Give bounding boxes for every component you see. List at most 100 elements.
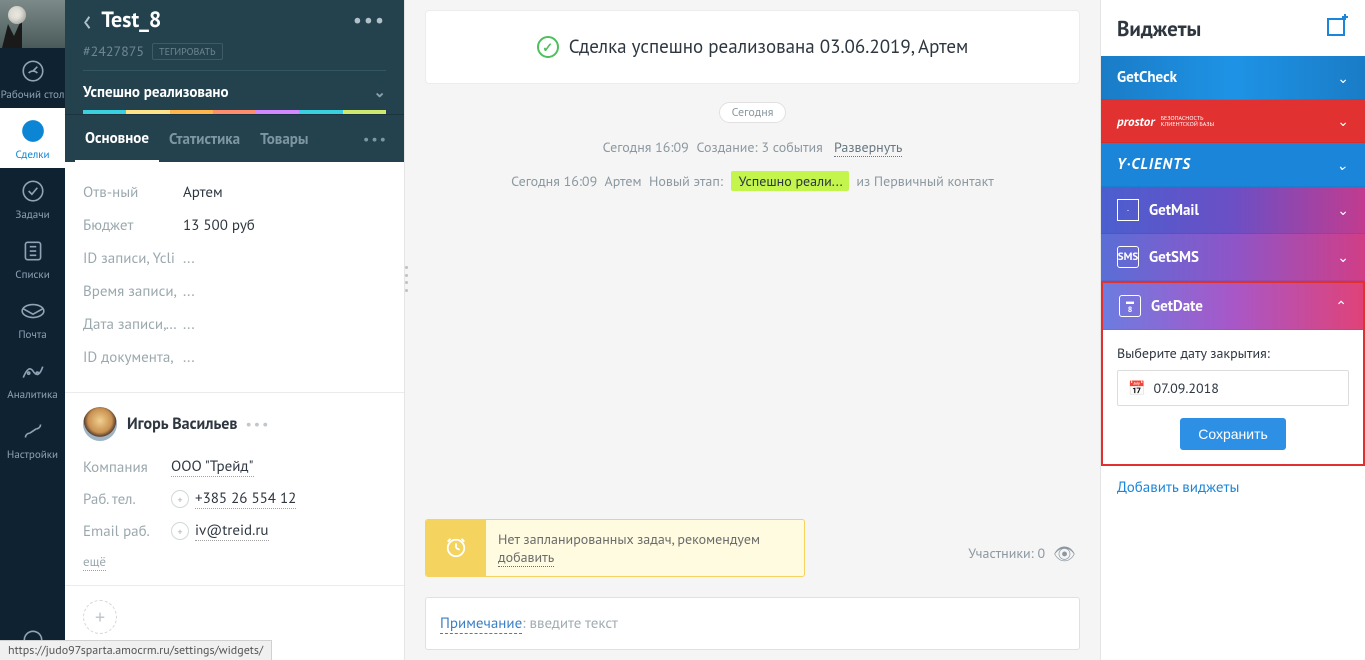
field-label: ID записи, Ycli: [83, 249, 183, 268]
field-label: ID документа,: [83, 348, 183, 367]
widget-getdate[interactable]: ▬8 GetDate ⌃: [1103, 283, 1363, 330]
chevron-down-icon: ⌄: [1337, 69, 1349, 87]
deal-sidebar: ‹ Test_8 ••• #2427875 ТЕГИРОВАТЬ Успешно…: [65, 0, 405, 660]
status-bar-url: https://judo97sparta.amocrm.ru/settings/…: [0, 640, 272, 660]
field-value[interactable]: ...: [183, 282, 195, 301]
contact-name[interactable]: Игорь Васильев: [127, 414, 237, 434]
eye-icon: 👁: [1053, 542, 1076, 565]
nav-label: Настройки: [7, 448, 58, 462]
resize-handle[interactable]: [401, 0, 407, 660]
nav-label: Почта: [18, 328, 46, 342]
field-label: Дата записи, Y: [83, 315, 183, 334]
field-label: Бюджет: [83, 216, 183, 235]
contact-email-label: Email раб.: [83, 522, 171, 541]
nav-label: Аналитика: [7, 388, 57, 402]
nav-label: Сделки: [15, 148, 49, 162]
chevron-down-icon: ⌄: [1336, 156, 1349, 174]
tab-stats[interactable]: Статистика: [159, 116, 250, 161]
plus-icon[interactable]: +: [171, 490, 189, 508]
field-value[interactable]: Артем: [183, 183, 223, 202]
nav-lists[interactable]: Списки: [0, 228, 65, 288]
contact-more-icon[interactable]: •••: [245, 415, 270, 433]
add-widget-icon[interactable]: [1325, 14, 1349, 42]
widget-getmail[interactable]: GetMail ⌄: [1101, 187, 1365, 234]
chevron-down-icon: ⌄: [1337, 201, 1349, 219]
note-label[interactable]: Примечание: [440, 614, 522, 634]
field-value[interactable]: ...: [183, 348, 195, 367]
task-warning: Нет запланированных задач, рекомендуем д…: [425, 519, 805, 577]
nav-mail[interactable]: Почта: [0, 288, 65, 348]
nav-settings[interactable]: Настройки: [0, 408, 65, 468]
field-label: Время записи,: [83, 282, 183, 301]
main-area: ✓ Сделка успешно реализована 03.06.2019,…: [405, 0, 1365, 660]
clock-icon: [426, 520, 486, 576]
add-widgets-link[interactable]: Добавить виджеты: [1101, 466, 1365, 509]
contact-more-link[interactable]: ещё: [83, 553, 106, 571]
feed-event: Сегодня 16:09 Артем Новый этап: Успешно …: [425, 172, 1080, 190]
tag-button[interactable]: ТЕГИРОВАТЬ: [152, 43, 223, 60]
widget-getcheck[interactable]: GetCheck ⌄: [1101, 56, 1365, 100]
field-value[interactable]: 13 500 руб: [183, 216, 255, 235]
widgets-title: Виджеты: [1117, 15, 1201, 42]
field-value[interactable]: ...: [183, 315, 195, 334]
add-plus-icon: +: [83, 600, 117, 634]
expand-link[interactable]: Развернуть: [834, 138, 902, 157]
mail-icon: [1117, 199, 1139, 221]
stage-badge: Успешно реали...: [731, 171, 849, 191]
widgets-panel: Виджеты GetCheck ⌄ prostor БЕЗОПАСНОСТЬ …: [1100, 0, 1365, 660]
nav-rail: Рабочий стол Сделки Задачи Списки Почта …: [0, 0, 65, 660]
deal-header: ‹ Test_8 ••• #2427875 ТЕГИРОВАТЬ Успешно…: [65, 0, 404, 114]
nav-analytics[interactable]: Аналитика: [0, 348, 65, 408]
nav-label: Рабочий стол: [1, 88, 65, 102]
field-value[interactable]: ...: [183, 249, 195, 268]
getdate-body: Выберите дату закрытия: 📅 07.09.2018 Сох…: [1103, 330, 1363, 464]
deal-fields: Отв-ныйАртем Бюджет13 500 руб ID записи,…: [65, 162, 404, 392]
deal-status-row[interactable]: Успешно реализовано ⌄: [83, 70, 386, 110]
contact-email[interactable]: iv@treid.ru: [195, 521, 269, 541]
participants-row[interactable]: Участники: 0 👁: [964, 542, 1080, 565]
back-button[interactable]: ‹: [83, 6, 91, 34]
contact-block: Игорь Васильев ••• КомпанияООО "Трейд" Р…: [65, 392, 404, 585]
deal-title[interactable]: Test_8: [101, 6, 353, 34]
contact-company[interactable]: ООО "Трейд": [171, 457, 254, 477]
nav-label: Списки: [15, 268, 49, 282]
chevron-down-icon: ⌄: [1337, 112, 1349, 130]
deal-more-icon[interactable]: •••: [353, 7, 386, 33]
add-task-link[interactable]: добавить: [498, 548, 554, 567]
contact-phone[interactable]: +385 26 554 12: [195, 489, 296, 509]
contact-phone-label: Раб. тел.: [83, 490, 171, 509]
nav-deals[interactable]: Сделки: [0, 108, 65, 168]
tab-main[interactable]: Основное: [75, 115, 159, 162]
deal-id: #2427875: [83, 42, 144, 60]
widget-getsms[interactable]: SMS GetSMS ⌄: [1101, 234, 1365, 281]
nav-dashboard[interactable]: Рабочий стол: [0, 48, 65, 108]
sms-icon: SMS: [1117, 246, 1139, 268]
feed-event: Сегодня 16:09 Создание: 3 события Развер…: [425, 138, 1080, 156]
nav-label: Задачи: [15, 208, 49, 222]
day-separator: Сегодня: [425, 102, 1080, 120]
success-text: Сделка успешно реализована 03.06.2019, А…: [569, 35, 969, 59]
save-button[interactable]: Сохранить: [1180, 418, 1286, 450]
widget-yclients[interactable]: Y·CLIENTS ⌄: [1101, 143, 1365, 187]
feed-column: ✓ Сделка успешно реализована 03.06.2019,…: [405, 0, 1100, 660]
plus-icon[interactable]: +: [171, 522, 189, 540]
tabs-more-icon[interactable]: •••: [363, 130, 394, 148]
add-contact-block[interactable]: +: [65, 585, 404, 648]
user-photo[interactable]: [0, 0, 65, 48]
calendar-icon: ▬8: [1119, 295, 1141, 317]
field-label: Отв-ный: [83, 183, 183, 202]
deal-tabs: Основное Статистика Товары •••: [65, 114, 404, 162]
success-card: ✓ Сделка успешно реализована 03.06.2019,…: [425, 10, 1080, 84]
contact-company-label: Компания: [83, 458, 171, 477]
tab-goods[interactable]: Товары: [250, 116, 318, 161]
contact-avatar[interactable]: [83, 407, 117, 441]
note-input[interactable]: Примечание: введите текст: [425, 597, 1080, 650]
chevron-up-icon: ⌃: [1335, 297, 1347, 315]
date-input[interactable]: 📅 07.09.2018: [1117, 370, 1349, 406]
calendar-icon: 📅: [1128, 379, 1145, 397]
widget-prostor[interactable]: prostor БЕЗОПАСНОСТЬ КЛИЕНТСКОЙ БАЗЫ ⌄: [1101, 100, 1365, 143]
check-icon: ✓: [537, 36, 559, 58]
chevron-down-icon: ⌄: [373, 83, 386, 102]
chevron-down-icon: ⌄: [1337, 248, 1349, 266]
nav-tasks[interactable]: Задачи: [0, 168, 65, 228]
